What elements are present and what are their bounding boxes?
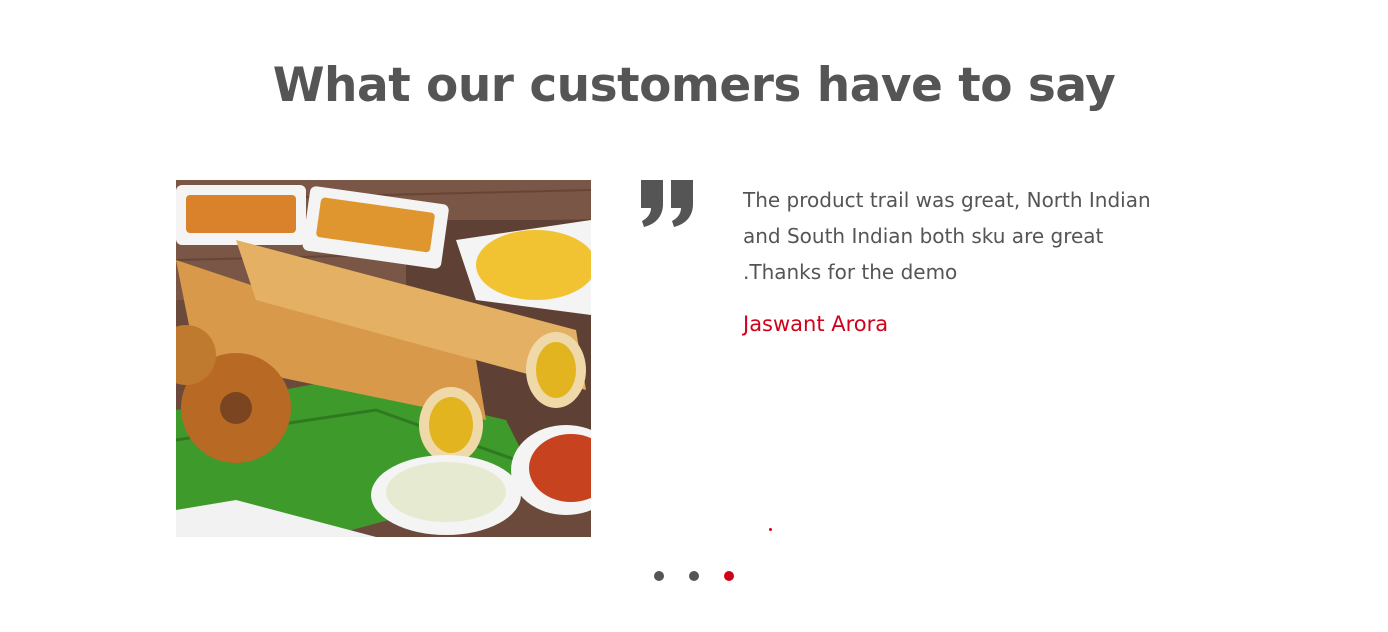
section-heading: What our customers have to say [272,58,1116,113]
decorative-dot [769,528,772,531]
testimonial-quote: The product trail was great, North India… [743,188,1151,284]
closing-quote-icon [641,180,693,227]
carousel-dot-1[interactable] [654,571,664,581]
testimonials-section: What our customers have to say The produ… [0,0,1388,632]
carousel-dot-3[interactable] [724,571,734,581]
carousel-dot-2[interactable] [689,571,699,581]
testimonial-image [176,180,591,537]
testimonial-author: Jaswant Arora [743,312,889,336]
carousel-pagination [654,571,734,581]
